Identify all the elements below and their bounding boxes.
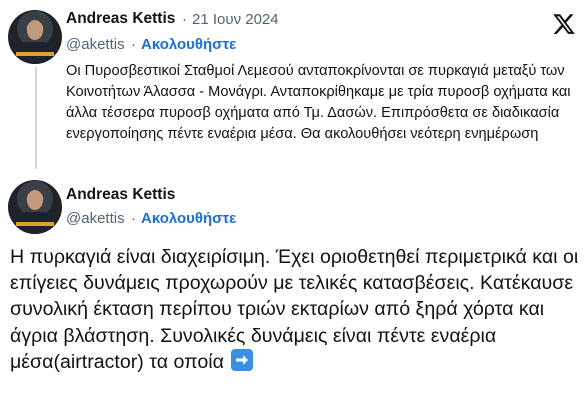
avatar-stripe bbox=[16, 222, 54, 226]
tweet-text: Η πυρκαγιά είναι διαχειρίσιμη. Έχει οριο… bbox=[10, 244, 580, 375]
author-handle[interactable]: @akettis bbox=[66, 36, 125, 53]
separator-dot: · bbox=[182, 11, 187, 28]
author-name[interactable]: Andreas Kettis bbox=[66, 186, 175, 204]
avatar-face bbox=[27, 20, 43, 40]
author-name[interactable]: Andreas Kettis bbox=[66, 10, 175, 28]
tweet-text-content: Η πυρκαγιά είναι διαχειρίσιμη. Έχει οριο… bbox=[10, 246, 579, 373]
x-logo-icon[interactable] bbox=[552, 12, 576, 36]
handle-dot: · bbox=[131, 210, 136, 227]
avatar[interactable] bbox=[8, 10, 62, 64]
avatar-face bbox=[27, 190, 43, 210]
thread-line bbox=[35, 67, 37, 169]
tweet-text: Οι Πυροσβεστικοί Σταθμοί Λεμεσού ανταποκ… bbox=[66, 63, 571, 142]
handle-dot: · bbox=[131, 36, 136, 53]
tweet-date[interactable]: 21 Ιουν 2024 bbox=[192, 11, 279, 28]
follow-button[interactable]: Ακολουθήστε bbox=[141, 210, 236, 227]
follow-button[interactable]: Ακολουθήστε bbox=[141, 36, 236, 53]
avatar-stripe bbox=[16, 52, 54, 56]
avatar[interactable] bbox=[8, 180, 62, 234]
right-arrow-emoji-icon bbox=[231, 348, 254, 371]
author-handle[interactable]: @akettis bbox=[66, 210, 125, 227]
